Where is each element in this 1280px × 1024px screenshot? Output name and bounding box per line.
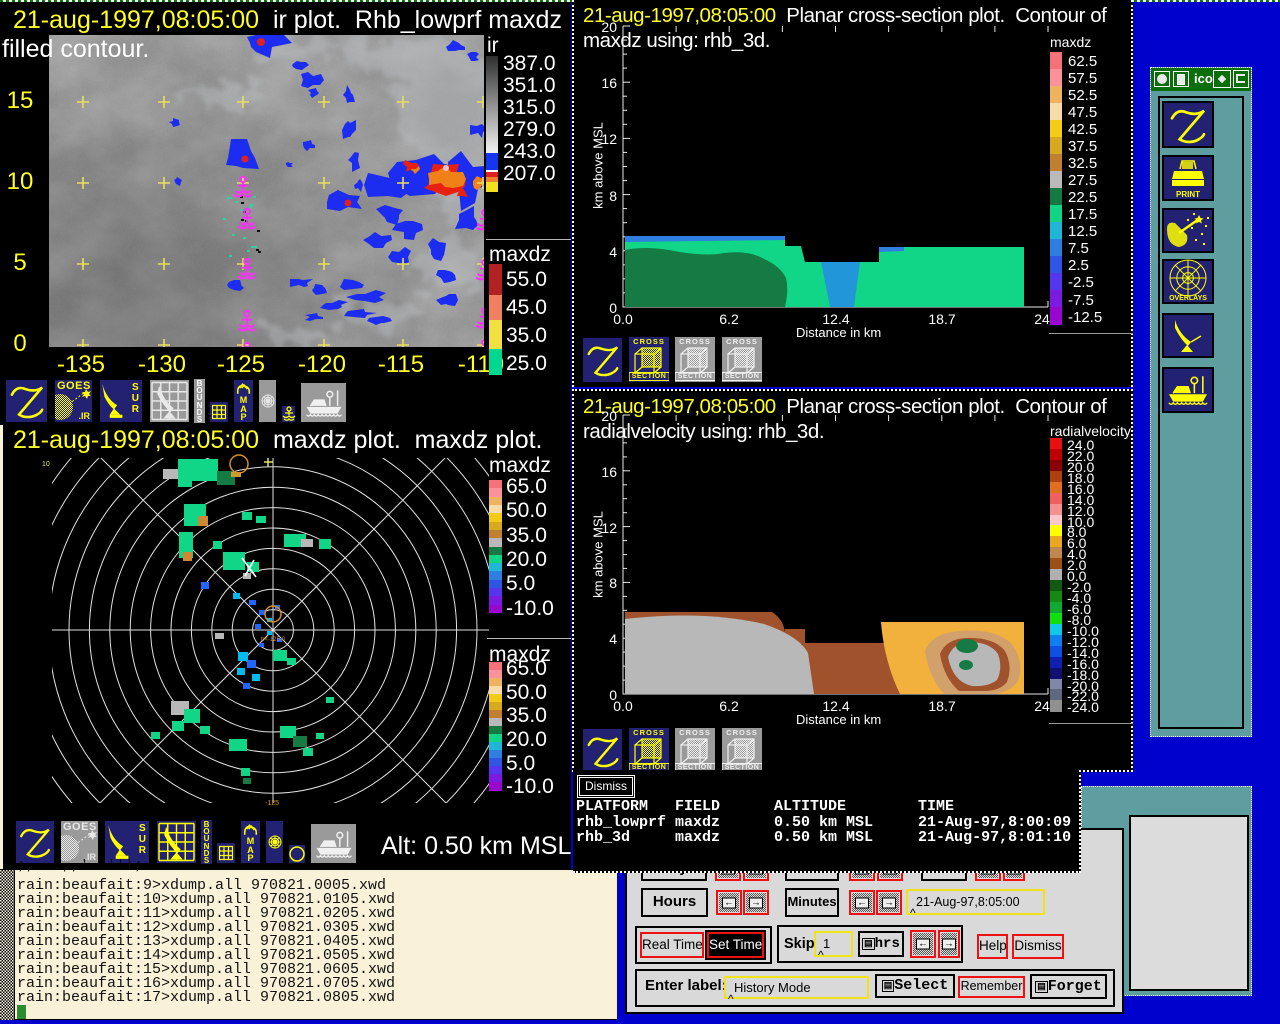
svg-text:b<-125-0: b<-125-0 (261, 637, 286, 643)
svg-text:-125: -125 (265, 800, 279, 807)
svg-text:10: 10 (42, 461, 50, 468)
